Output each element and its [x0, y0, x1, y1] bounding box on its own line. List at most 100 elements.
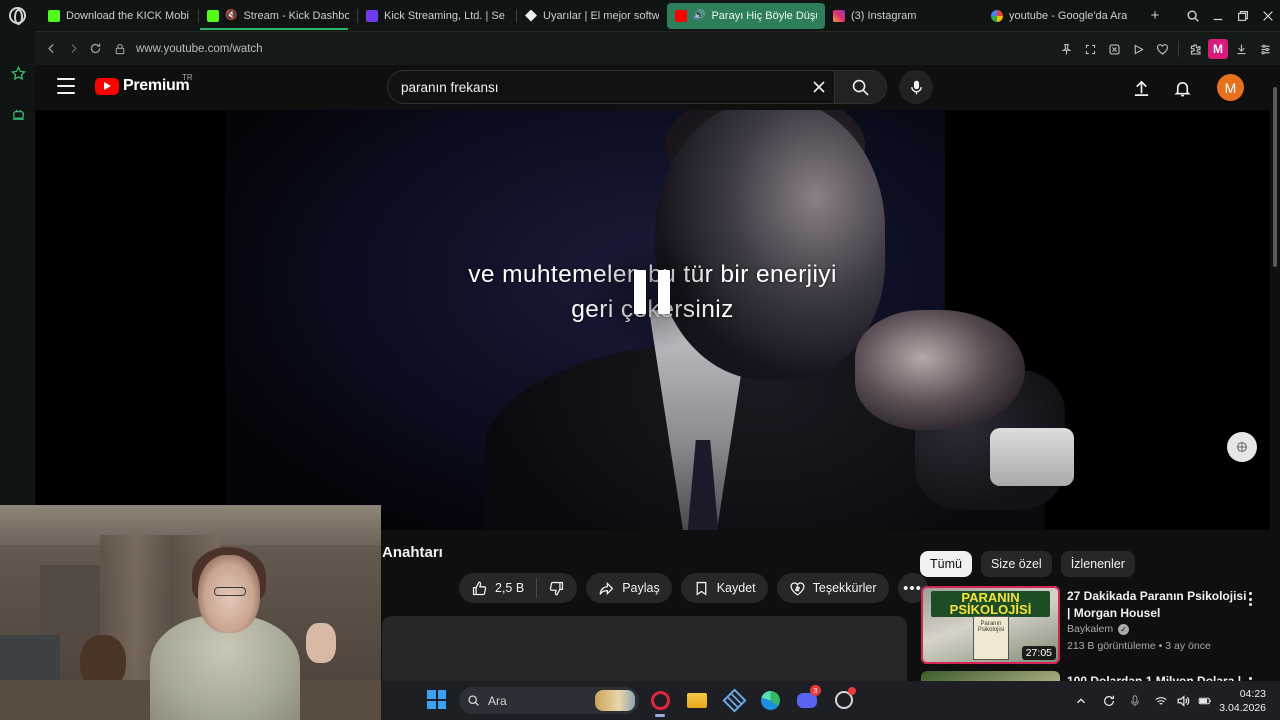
browser-tab-kick-download[interactable]: Download the KICK Mobi: [40, 3, 198, 29]
recommended-video-title[interactable]: 27 Dakikada Paranın Psikolojisi | Morgan…: [1067, 588, 1252, 621]
thumbs-down-icon: [550, 581, 564, 596]
save-button[interactable]: Kaydet: [680, 573, 768, 603]
webcam-overlay: [0, 505, 381, 720]
lock-icon[interactable]: [114, 43, 126, 55]
streamlabs-favicon-icon: [525, 9, 537, 22]
video-meta: 213 B görüntüleme • 3 ay önce: [1067, 640, 1211, 652]
search-input[interactable]: [388, 71, 804, 103]
browser-tab-strip: Download the KICK Mobi 🔇 Stream - Kick D…: [0, 0, 1280, 31]
muted-speaker-icon[interactable]: 🔇: [225, 10, 237, 21]
wifi-icon[interactable]: [1150, 690, 1172, 712]
upload-icon: [1134, 80, 1148, 96]
chip-all[interactable]: Tümü: [920, 551, 972, 577]
bookmark-icon: [696, 581, 707, 596]
thumbs-up-icon: [472, 580, 487, 595]
search-icon: [468, 695, 479, 706]
forward-button[interactable]: [62, 38, 84, 60]
recommended-video[interactable]: PARANIN PSİKOLOJİSİ Paranın Psikolojisi …: [921, 586, 1266, 666]
tab-search-icon[interactable]: [1180, 0, 1205, 31]
search-icon: [852, 79, 869, 96]
download-icon[interactable]: [1230, 38, 1252, 60]
system-tray: 04:23 3.04.2026: [1070, 681, 1280, 720]
microphone-tray-icon[interactable]: [1124, 690, 1146, 712]
pin-icon[interactable]: [1055, 38, 1077, 60]
browser-tab-youtube-active[interactable]: 🔊 Parayı Hiç Böyle Düşü: [667, 2, 825, 29]
taskbar-clock[interactable]: 04:23 3.04.2026: [1216, 687, 1280, 715]
like-count: 2,5 B: [495, 581, 525, 595]
video-thumbnail[interactable]: PARANIN PSİKOLOJİSİ Paranın Psikolojisi …: [921, 586, 1060, 664]
video-player[interactable]: ve muhtemelen bu tür bir enerjiyi geri ç…: [35, 110, 1270, 530]
search-highlight-image: [595, 690, 635, 711]
instagram-favicon-icon: [833, 9, 845, 22]
close-window-button[interactable]: [1255, 0, 1280, 31]
voice-search-button[interactable]: [899, 70, 933, 104]
discord-icon[interactable]: 3: [796, 685, 821, 711]
pause-icon[interactable]: [634, 270, 670, 314]
notifications-button[interactable]: [1171, 77, 1193, 99]
browser-tab-kick-dashboard[interactable]: 🔇 Stream - Kick Dashbo: [199, 3, 357, 29]
youtube-header: Premium TR M: [35, 65, 1270, 110]
share-icon: [599, 581, 614, 595]
volume-icon[interactable]: [1172, 690, 1194, 712]
video-watermark-icon[interactable]: [1227, 432, 1257, 462]
browser-tab-google-search[interactable]: youtube - Google'da Ara: [983, 3, 1141, 29]
verified-badge-icon: ✓: [1118, 623, 1130, 635]
opera-menu-button[interactable]: [0, 0, 34, 31]
easy-setup-icon[interactable]: [1254, 38, 1276, 60]
clear-search-icon[interactable]: [804, 71, 834, 103]
file-explorer-icon[interactable]: [686, 689, 708, 711]
browser-profile-button[interactable]: M: [1208, 39, 1228, 59]
bell-icon: [1173, 81, 1191, 96]
browser-tab-uyarilar[interactable]: Uyarılar | El mejor softwa: [517, 3, 667, 29]
youtube-premium-logo[interactable]: Premium: [95, 77, 190, 95]
taskbar-search[interactable]: Ara: [459, 687, 639, 714]
upload-button[interactable]: [1130, 77, 1152, 99]
youtube-play-logo-icon: [95, 77, 119, 95]
obs-recording-icon[interactable]: [833, 687, 856, 711]
like-button[interactable]: 2,5 B: [459, 580, 536, 597]
minimize-button[interactable]: [1205, 0, 1230, 31]
video-options-menu-icon[interactable]: [1243, 590, 1257, 608]
speaker-icon[interactable]: 🔊: [693, 10, 705, 21]
tray-chevron-up-icon[interactable]: [1070, 690, 1092, 712]
guide-menu-button[interactable]: [57, 78, 75, 94]
snapshot-icon[interactable]: [1079, 38, 1101, 60]
account-avatar[interactable]: M: [1217, 74, 1244, 101]
back-button[interactable]: [40, 38, 62, 60]
google-favicon-icon: [991, 9, 1003, 22]
restore-button[interactable]: [1230, 0, 1255, 31]
chip-watched[interactable]: İzlenenler: [1060, 551, 1135, 577]
opera-gx-taskbar-icon[interactable]: [649, 689, 671, 717]
app-icon[interactable]: [721, 687, 747, 713]
kick-favicon-icon: [48, 9, 60, 22]
sync-icon[interactable]: [1098, 690, 1120, 712]
browser-tab-instagram[interactable]: (3) Instagram: [825, 3, 983, 29]
windows-start-icon[interactable]: [427, 690, 446, 709]
discord-notification-badge: 3: [810, 685, 821, 696]
channel-name[interactable]: Baykalem ✓: [1067, 623, 1130, 635]
bookmarks-star-icon[interactable]: [9, 64, 27, 82]
kick-favicon-icon: [207, 9, 219, 22]
page-scrollbar[interactable]: [1270, 65, 1280, 691]
tab-audio-indicator: [200, 28, 348, 30]
browser-tab-kick-streaming[interactable]: Kick Streaming, Ltd. | Se: [358, 3, 516, 29]
edge-browser-icon[interactable]: [759, 689, 781, 711]
adblock-icon[interactable]: [1103, 38, 1125, 60]
super-thanks-icon: [790, 581, 805, 596]
opera-logo-icon: [8, 7, 26, 25]
recommendation-chips: Tümü Size özel İzlenenler: [920, 551, 1135, 577]
reload-button[interactable]: [84, 38, 106, 60]
kick-streaming-favicon-icon: [366, 9, 378, 22]
extensions-icon[interactable]: [1184, 38, 1206, 60]
new-tab-button[interactable]: +: [1145, 6, 1165, 26]
search-button[interactable]: [834, 71, 886, 103]
player-icon[interactable]: [1127, 38, 1149, 60]
heart-icon[interactable]: [1151, 38, 1173, 60]
dislike-button[interactable]: [537, 580, 577, 597]
url-text[interactable]: www.youtube.com/watch: [136, 43, 263, 55]
share-button[interactable]: Paylaş: [586, 573, 672, 603]
thanks-button[interactable]: Teşekkürler: [776, 573, 889, 603]
ai-assistant-icon[interactable]: [9, 105, 27, 123]
chip-for-you[interactable]: Size özel: [980, 551, 1052, 577]
battery-icon[interactable]: [1194, 690, 1216, 712]
